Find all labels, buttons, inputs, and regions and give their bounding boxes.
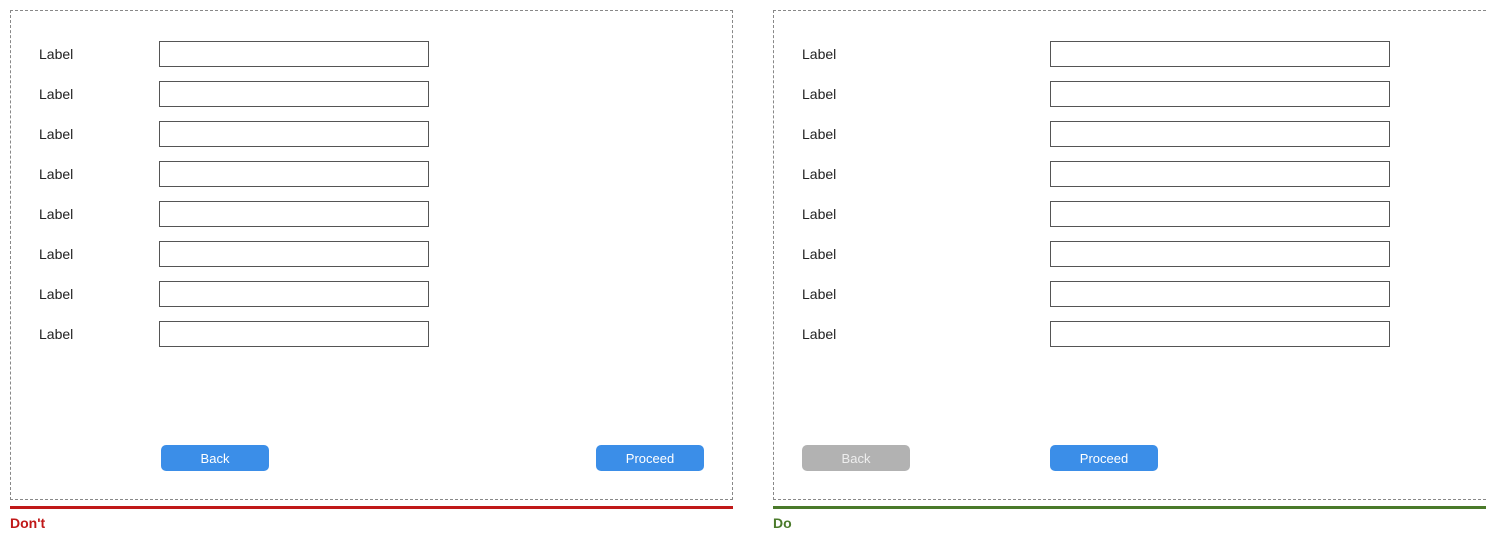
do-form: Label Label Label Label Label	[802, 41, 1467, 347]
field-label: Label	[802, 46, 922, 62]
dont-underline	[10, 506, 733, 509]
field-label: Label	[39, 246, 159, 262]
comparison-container: Label Label Label Label Label	[10, 10, 1486, 531]
back-button-disabled: Back	[802, 445, 910, 471]
text-input[interactable]	[1050, 161, 1390, 187]
field-label: Label	[39, 46, 159, 62]
text-input[interactable]	[159, 121, 429, 147]
field-label: Label	[802, 206, 922, 222]
field-label: Label	[802, 246, 922, 262]
input-wrap	[1050, 321, 1390, 347]
form-row: Label	[802, 241, 1467, 267]
dont-panel: Label Label Label Label Label	[10, 10, 733, 500]
field-label: Label	[39, 166, 159, 182]
input-wrap	[1050, 121, 1390, 147]
do-button-row: Back Proceed	[802, 445, 1467, 471]
input-wrap	[1050, 81, 1390, 107]
field-label: Label	[39, 286, 159, 302]
text-input[interactable]	[159, 201, 429, 227]
text-input[interactable]	[1050, 81, 1390, 107]
field-label: Label	[39, 326, 159, 342]
text-input[interactable]	[159, 321, 429, 347]
field-label: Label	[802, 166, 922, 182]
input-wrap	[1050, 41, 1390, 67]
field-label: Label	[39, 126, 159, 142]
form-row: Label	[802, 321, 1467, 347]
do-caption-bar: Do	[773, 506, 1486, 531]
field-label: Label	[802, 126, 922, 142]
form-row: Label	[802, 281, 1467, 307]
dont-panel-wrapper: Label Label Label Label Label	[10, 10, 733, 531]
text-input[interactable]	[159, 161, 429, 187]
field-label: Label	[39, 86, 159, 102]
text-input[interactable]	[1050, 41, 1390, 67]
form-row: Label	[39, 121, 704, 147]
text-input[interactable]	[1050, 121, 1390, 147]
dont-caption-bar: Don't	[10, 506, 733, 531]
input-wrap	[1050, 161, 1390, 187]
dont-form: Label Label Label Label Label	[39, 41, 704, 347]
text-input[interactable]	[159, 241, 429, 267]
text-input[interactable]	[1050, 241, 1390, 267]
form-row: Label	[802, 41, 1467, 67]
input-wrap	[1050, 241, 1390, 267]
text-input[interactable]	[159, 81, 429, 107]
proceed-button[interactable]: Proceed	[596, 445, 704, 471]
text-input[interactable]	[1050, 281, 1390, 307]
text-input[interactable]	[159, 281, 429, 307]
field-label: Label	[802, 286, 922, 302]
dont-caption: Don't	[10, 515, 733, 531]
form-row: Label	[39, 281, 704, 307]
form-row: Label	[39, 41, 704, 67]
input-wrap	[1050, 201, 1390, 227]
back-button[interactable]: Back	[161, 445, 269, 471]
form-row: Label	[802, 161, 1467, 187]
field-label: Label	[802, 326, 922, 342]
text-input[interactable]	[159, 41, 429, 67]
text-input[interactable]	[1050, 201, 1390, 227]
form-row: Label	[802, 81, 1467, 107]
do-underline	[773, 506, 1486, 509]
form-row: Label	[39, 201, 704, 227]
form-row: Label	[39, 81, 704, 107]
form-row: Label	[39, 321, 704, 347]
form-row: Label	[802, 121, 1467, 147]
dont-button-row: Back Proceed	[39, 445, 704, 471]
proceed-button[interactable]: Proceed	[1050, 445, 1158, 471]
do-panel-wrapper: Label Label Label Label Label	[773, 10, 1486, 531]
do-panel: Label Label Label Label Label	[773, 10, 1486, 500]
form-row: Label	[802, 201, 1467, 227]
do-caption: Do	[773, 515, 1486, 531]
form-row: Label	[39, 161, 704, 187]
text-input[interactable]	[1050, 321, 1390, 347]
field-label: Label	[802, 86, 922, 102]
form-row: Label	[39, 241, 704, 267]
field-label: Label	[39, 206, 159, 222]
input-wrap	[1050, 281, 1390, 307]
